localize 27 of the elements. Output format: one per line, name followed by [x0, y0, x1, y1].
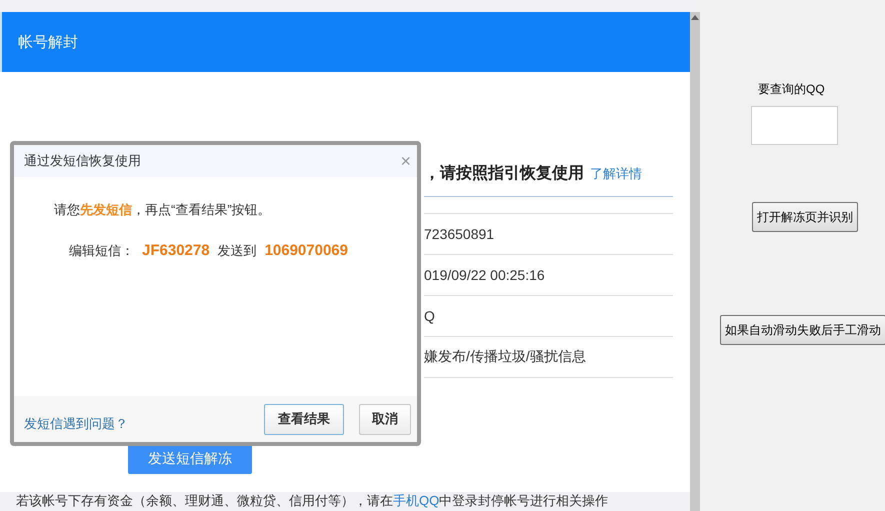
notice-text: 中登录封停帐号进行相关操作 — [439, 493, 608, 508]
dialog-title: 通过发短信恢复使用 — [24, 152, 141, 170]
scrollbar[interactable] — [690, 12, 700, 511]
sms-number: 1069070069 — [264, 242, 348, 259]
page-title: 帐号解封 — [18, 32, 78, 52]
close-button[interactable]: × — [400, 150, 411, 172]
send-to-label: 发送到 — [218, 242, 257, 260]
row-text: Q — [424, 308, 435, 324]
open-unfreeze-button[interactable]: 打开解冻页并识别 — [752, 202, 858, 232]
view-result-button[interactable]: 查看结果 — [264, 404, 344, 434]
manual-slide-button[interactable]: 如果自动滑动失败后手工滑动 — [720, 315, 885, 345]
cancel-button[interactable]: 取消 — [359, 404, 411, 434]
instruction-text: 请您先发短信，再点“查看结果”按钮。 — [54, 201, 272, 219]
row-text: 嫌发布/传播垃圾/骚扰信息 — [424, 348, 586, 366]
qq-label: 要查询的QQ — [758, 81, 825, 98]
send-sms-button[interactable]: 发送短信解冻 — [128, 443, 252, 474]
heading-text: ，请按照指引恢复使用 — [424, 164, 584, 184]
mobile-qq-link[interactable]: 手机QQ — [393, 493, 440, 508]
notice-text: 若该帐号下存有资金（余额、理财通、微粒贷、信用付等），请在 — [16, 493, 393, 508]
qq-input-field[interactable] — [751, 106, 838, 145]
row-text: 019/09/22 00:25:16 — [424, 267, 545, 283]
scroll-up-icon[interactable] — [691, 15, 699, 20]
details-link[interactable]: 了解详情 — [590, 165, 642, 183]
help-link[interactable]: 发短信遇到问题？ — [24, 415, 128, 433]
sms-label: 编辑短信： — [69, 242, 134, 260]
row-text: 723650891 — [424, 226, 494, 242]
sms-code: JF630278 — [142, 242, 210, 259]
